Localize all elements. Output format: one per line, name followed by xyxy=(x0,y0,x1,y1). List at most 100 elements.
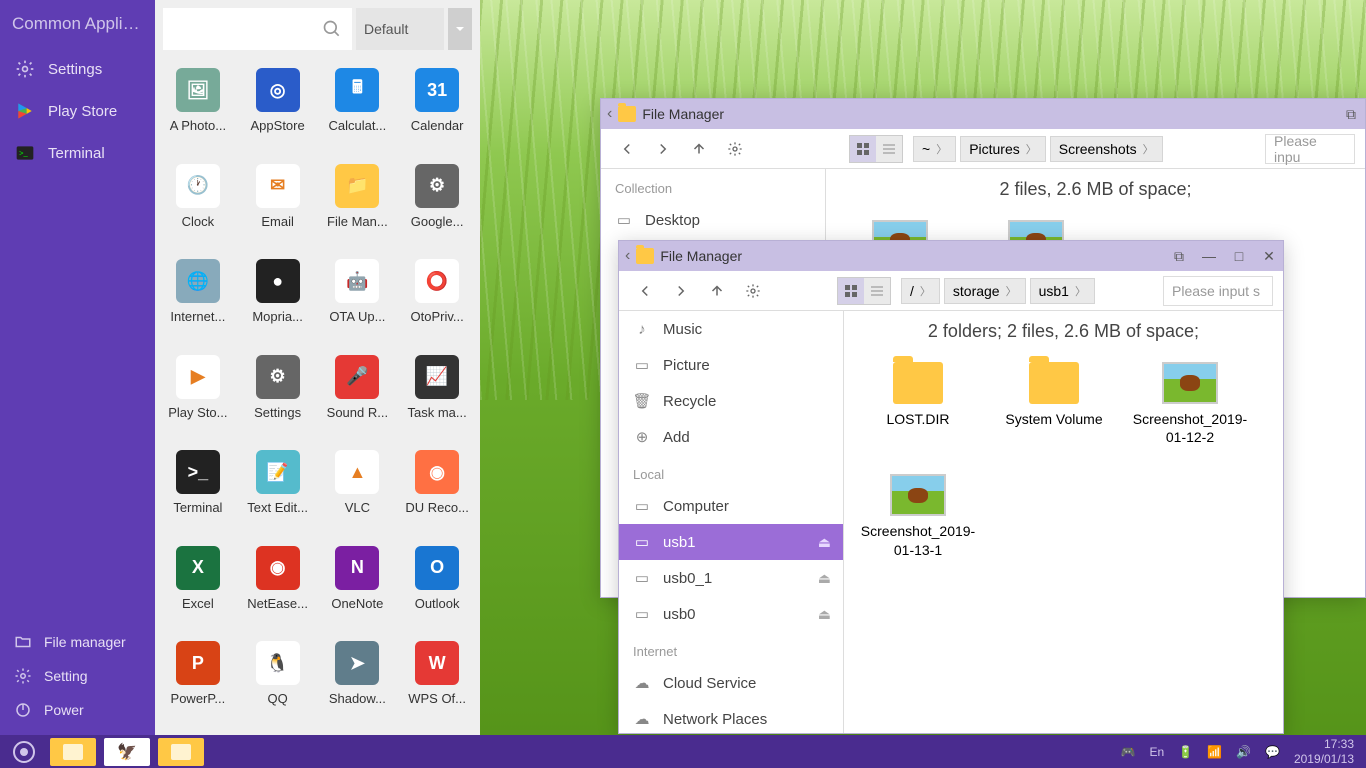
app-play-sto-[interactable]: ▶Play Sto... xyxy=(159,355,237,439)
side-item-computer[interactable]: ▭Computer xyxy=(619,488,843,524)
sidebar-item-filemanager[interactable]: File manager xyxy=(0,625,155,659)
side-item-desktop[interactable]: ▭ Desktop xyxy=(601,202,825,238)
side-item-add[interactable]: ⊕Add xyxy=(619,419,843,455)
side-item-recycle[interactable]: 🗑Recycle xyxy=(619,383,843,419)
nav-forward-button[interactable] xyxy=(665,275,697,307)
nav-forward-button[interactable] xyxy=(647,133,679,165)
view-list-button[interactable] xyxy=(864,278,890,304)
side-item-cloud-service[interactable]: ☁Cloud Service xyxy=(619,665,843,701)
app-settings[interactable]: ⚙Settings xyxy=(239,355,317,439)
file-item[interactable]: System Volume xyxy=(1004,362,1104,446)
app-internet-[interactable]: 🌐Internet... xyxy=(159,259,237,343)
breadcrumb-segment[interactable]: usb1〉 xyxy=(1030,278,1095,304)
search-input[interactable] xyxy=(163,8,352,50)
view-grid-button[interactable] xyxy=(838,278,864,304)
start-button[interactable] xyxy=(6,738,42,766)
titlebar[interactable]: ‹ File Manager ⧉ xyxy=(601,99,1365,129)
sidebar-item-power[interactable]: Power xyxy=(0,693,155,727)
sort-dropdown-label: Default xyxy=(364,21,408,37)
nav-back-button[interactable] xyxy=(611,133,643,165)
sidebar-item-settings[interactable]: Settings xyxy=(0,48,155,90)
settings-button[interactable] xyxy=(737,275,769,307)
back-icon[interactable]: ‹ xyxy=(607,105,612,123)
file-item[interactable]: LOST.DIR xyxy=(868,362,968,446)
app-icon: 🕐 xyxy=(176,164,220,208)
sidebar-item-playstore[interactable]: Play Store xyxy=(0,90,155,132)
app-a-photo-[interactable]: 🖼A Photo... xyxy=(159,68,237,152)
app-du-reco-[interactable]: ◉DU Reco... xyxy=(398,450,476,534)
view-grid-button[interactable] xyxy=(850,136,876,162)
sort-dropdown-chevron[interactable] xyxy=(448,8,472,50)
search-field[interactable]: Please inpu xyxy=(1265,134,1355,164)
app-file-man-[interactable]: 📁File Man... xyxy=(319,164,397,248)
app-email[interactable]: ✉Email xyxy=(239,164,317,248)
app-qq[interactable]: 🐧QQ xyxy=(239,641,317,725)
app-otopriv-[interactable]: ⭕OtoPriv... xyxy=(398,259,476,343)
maximize-button[interactable]: □ xyxy=(1231,248,1247,264)
tray-volume-icon[interactable]: 🔊 xyxy=(1236,745,1251,759)
eject-icon[interactable]: ⏏ xyxy=(818,570,831,587)
breadcrumb-segment[interactable]: storage〉 xyxy=(944,278,1026,304)
app-task-ma-[interactable]: 📈Task ma... xyxy=(398,355,476,439)
titlebar[interactable]: ‹ File Manager ⧉ — □ ✕ xyxy=(619,241,1283,271)
taskbar-filemanager-1[interactable] xyxy=(50,738,96,766)
settings-button[interactable] xyxy=(719,133,751,165)
app-launcher-panel: Default 🖼A Photo...◎AppStore🖩Calculat...… xyxy=(155,0,480,735)
eject-icon[interactable]: ⏏ xyxy=(818,606,831,623)
app-terminal[interactable]: >_Terminal xyxy=(159,450,237,534)
app-google-[interactable]: ⚙Google... xyxy=(398,164,476,248)
app-excel[interactable]: XExcel xyxy=(159,546,237,630)
app-calculat-[interactable]: 🖩Calculat... xyxy=(319,68,397,152)
app-netease-[interactable]: ◉NetEase... xyxy=(239,546,317,630)
app-appstore[interactable]: ◎AppStore xyxy=(239,68,317,152)
pin-icon[interactable]: ⧉ xyxy=(1171,248,1187,265)
app-text-edit-[interactable]: 📝Text Edit... xyxy=(239,450,317,534)
app-vlc[interactable]: ▲VLC xyxy=(319,450,397,534)
side-item-picture[interactable]: ▭Picture xyxy=(619,347,843,383)
side-item-usb0[interactable]: ▭usb0⏏ xyxy=(619,596,843,632)
side-item-usb01[interactable]: ▭usb0_1⏏ xyxy=(619,560,843,596)
app-ota-up-[interactable]: 🤖OTA Up... xyxy=(319,259,397,343)
app-clock[interactable]: 🕐Clock xyxy=(159,164,237,248)
tray-wifi-icon[interactable]: 📶 xyxy=(1207,745,1222,759)
sidebar-item-terminal[interactable]: >_Terminal xyxy=(0,132,155,174)
nav-up-button[interactable] xyxy=(701,275,733,307)
side-item-music[interactable]: ♪Music xyxy=(619,311,843,347)
view-list-button[interactable] xyxy=(876,136,902,162)
sidebar-item-setting[interactable]: Setting xyxy=(0,659,155,693)
minimize-button[interactable]: — xyxy=(1201,248,1217,264)
search-field[interactable]: Please input s xyxy=(1163,276,1273,306)
tray-lang[interactable]: En xyxy=(1149,745,1164,759)
pin-icon[interactable]: ⧉ xyxy=(1343,106,1359,123)
app-mopria-[interactable]: ●Mopria... xyxy=(239,259,317,343)
app-powerp-[interactable]: PPowerP... xyxy=(159,641,237,725)
close-button[interactable]: ✕ xyxy=(1261,248,1277,265)
app-calendar[interactable]: 31Calendar xyxy=(398,68,476,152)
app-shadow-[interactable]: ➤Shadow... xyxy=(319,641,397,725)
side-item-network-places[interactable]: ☁Network Places xyxy=(619,701,843,733)
tray-battery-icon[interactable]: 🔋 xyxy=(1178,745,1193,759)
back-icon[interactable]: ‹ xyxy=(625,247,630,265)
nav-up-button[interactable] xyxy=(683,133,715,165)
app-wps-of-[interactable]: WWPS Of... xyxy=(398,641,476,725)
breadcrumb-segment[interactable]: Pictures〉 xyxy=(960,136,1046,162)
app-icon: 📝 xyxy=(256,450,300,494)
eject-icon[interactable]: ⏏ xyxy=(818,534,831,551)
nav-back-button[interactable] xyxy=(629,275,661,307)
breadcrumb-segment[interactable]: Screenshots〉 xyxy=(1050,136,1163,162)
tray-joystick-icon[interactable]: 🎮 xyxy=(1120,745,1135,759)
sort-dropdown[interactable]: Default xyxy=(356,8,444,50)
taskbar-browser[interactable]: 🦅 xyxy=(104,738,150,766)
tray-clock[interactable]: 17:33 2019/01/13 xyxy=(1294,737,1354,766)
breadcrumb-segment[interactable]: ~〉 xyxy=(913,136,956,162)
breadcrumb-segment[interactable]: /〉 xyxy=(901,278,940,304)
taskbar-filemanager-2[interactable] xyxy=(158,738,204,766)
app-outlook[interactable]: OOutlook xyxy=(398,546,476,630)
app-sound-r-[interactable]: 🎤Sound R... xyxy=(319,355,397,439)
file-item[interactable]: Screenshot_2019-01-12-2 xyxy=(1140,362,1240,446)
file-manager-window-front[interactable]: ‹ File Manager ⧉ — □ ✕ /〉storage〉usb1〉 P… xyxy=(618,240,1284,734)
file-item[interactable]: Screenshot_2019-01-13-1 xyxy=(868,474,968,558)
app-onenote[interactable]: NOneNote xyxy=(319,546,397,630)
tray-notifications-icon[interactable]: 💬 xyxy=(1265,745,1280,759)
side-item-usb1[interactable]: ▭usb1⏏ xyxy=(619,524,843,560)
